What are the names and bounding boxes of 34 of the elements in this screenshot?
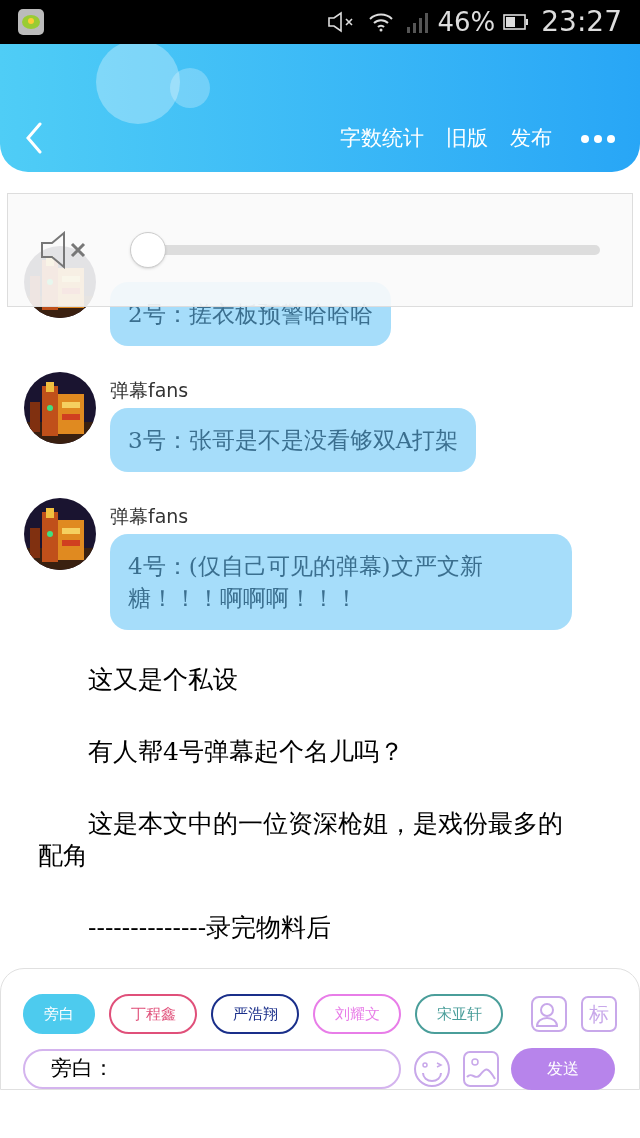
role-chip[interactable]: 宋亚轩 — [415, 994, 503, 1034]
role-chip[interactable]: 旁白 — [23, 994, 95, 1034]
story-paragraph: 有人帮4号弹幕起个名儿吗？ — [87, 736, 405, 768]
role-chip[interactable]: 刘耀文 — [313, 994, 401, 1034]
message-input-text[interactable]: 旁白： — [51, 1053, 373, 1085]
header-action[interactable]: 字数统计 — [340, 122, 424, 154]
back-icon[interactable] — [24, 122, 44, 154]
emoji-icon[interactable] — [413, 1050, 451, 1088]
message-bubble: 4号：(仅自己可见的弹幕)文严文新糖！！！啊啊啊！！！ — [110, 534, 572, 630]
volume-slider[interactable] — [130, 232, 600, 268]
wifi-icon — [367, 11, 394, 33]
mute-icon — [325, 11, 356, 33]
header-action[interactable]: 发布 — [510, 122, 552, 154]
header-action[interactable]: 旧版 — [446, 122, 488, 154]
more-icon[interactable] — [580, 134, 616, 144]
battery-percent: 46% — [437, 5, 496, 39]
signal-icon — [405, 11, 430, 33]
image-icon[interactable] — [463, 1051, 499, 1087]
role-chip[interactable]: 严浩翔 — [211, 994, 299, 1034]
message-bubble: 3号：张哥是不是没看够双A打架 — [110, 408, 477, 472]
role-chip[interactable]: 丁程鑫 — [109, 994, 197, 1034]
sender-name: 弹幕fans — [110, 504, 189, 526]
story-paragraph: 这又是个私设 — [87, 664, 239, 696]
app-notification-icon — [18, 9, 44, 35]
battery-icon — [503, 14, 530, 30]
contact-card-icon[interactable] — [531, 996, 567, 1032]
message-input[interactable]: 旁白： — [23, 1049, 401, 1089]
clock: 23:27 — [541, 4, 622, 40]
story-paragraph: 这是本文中的一位资深枪姐，是戏份最多的配角 — [38, 808, 564, 872]
tag-button[interactable]: 标 — [581, 996, 617, 1032]
sender-name: 弹幕fans — [110, 378, 189, 400]
send-button[interactable]: 发送 — [511, 1048, 615, 1090]
slider-thumb[interactable] — [130, 232, 166, 268]
story-paragraph: --------------录完物料后 — [87, 912, 333, 944]
